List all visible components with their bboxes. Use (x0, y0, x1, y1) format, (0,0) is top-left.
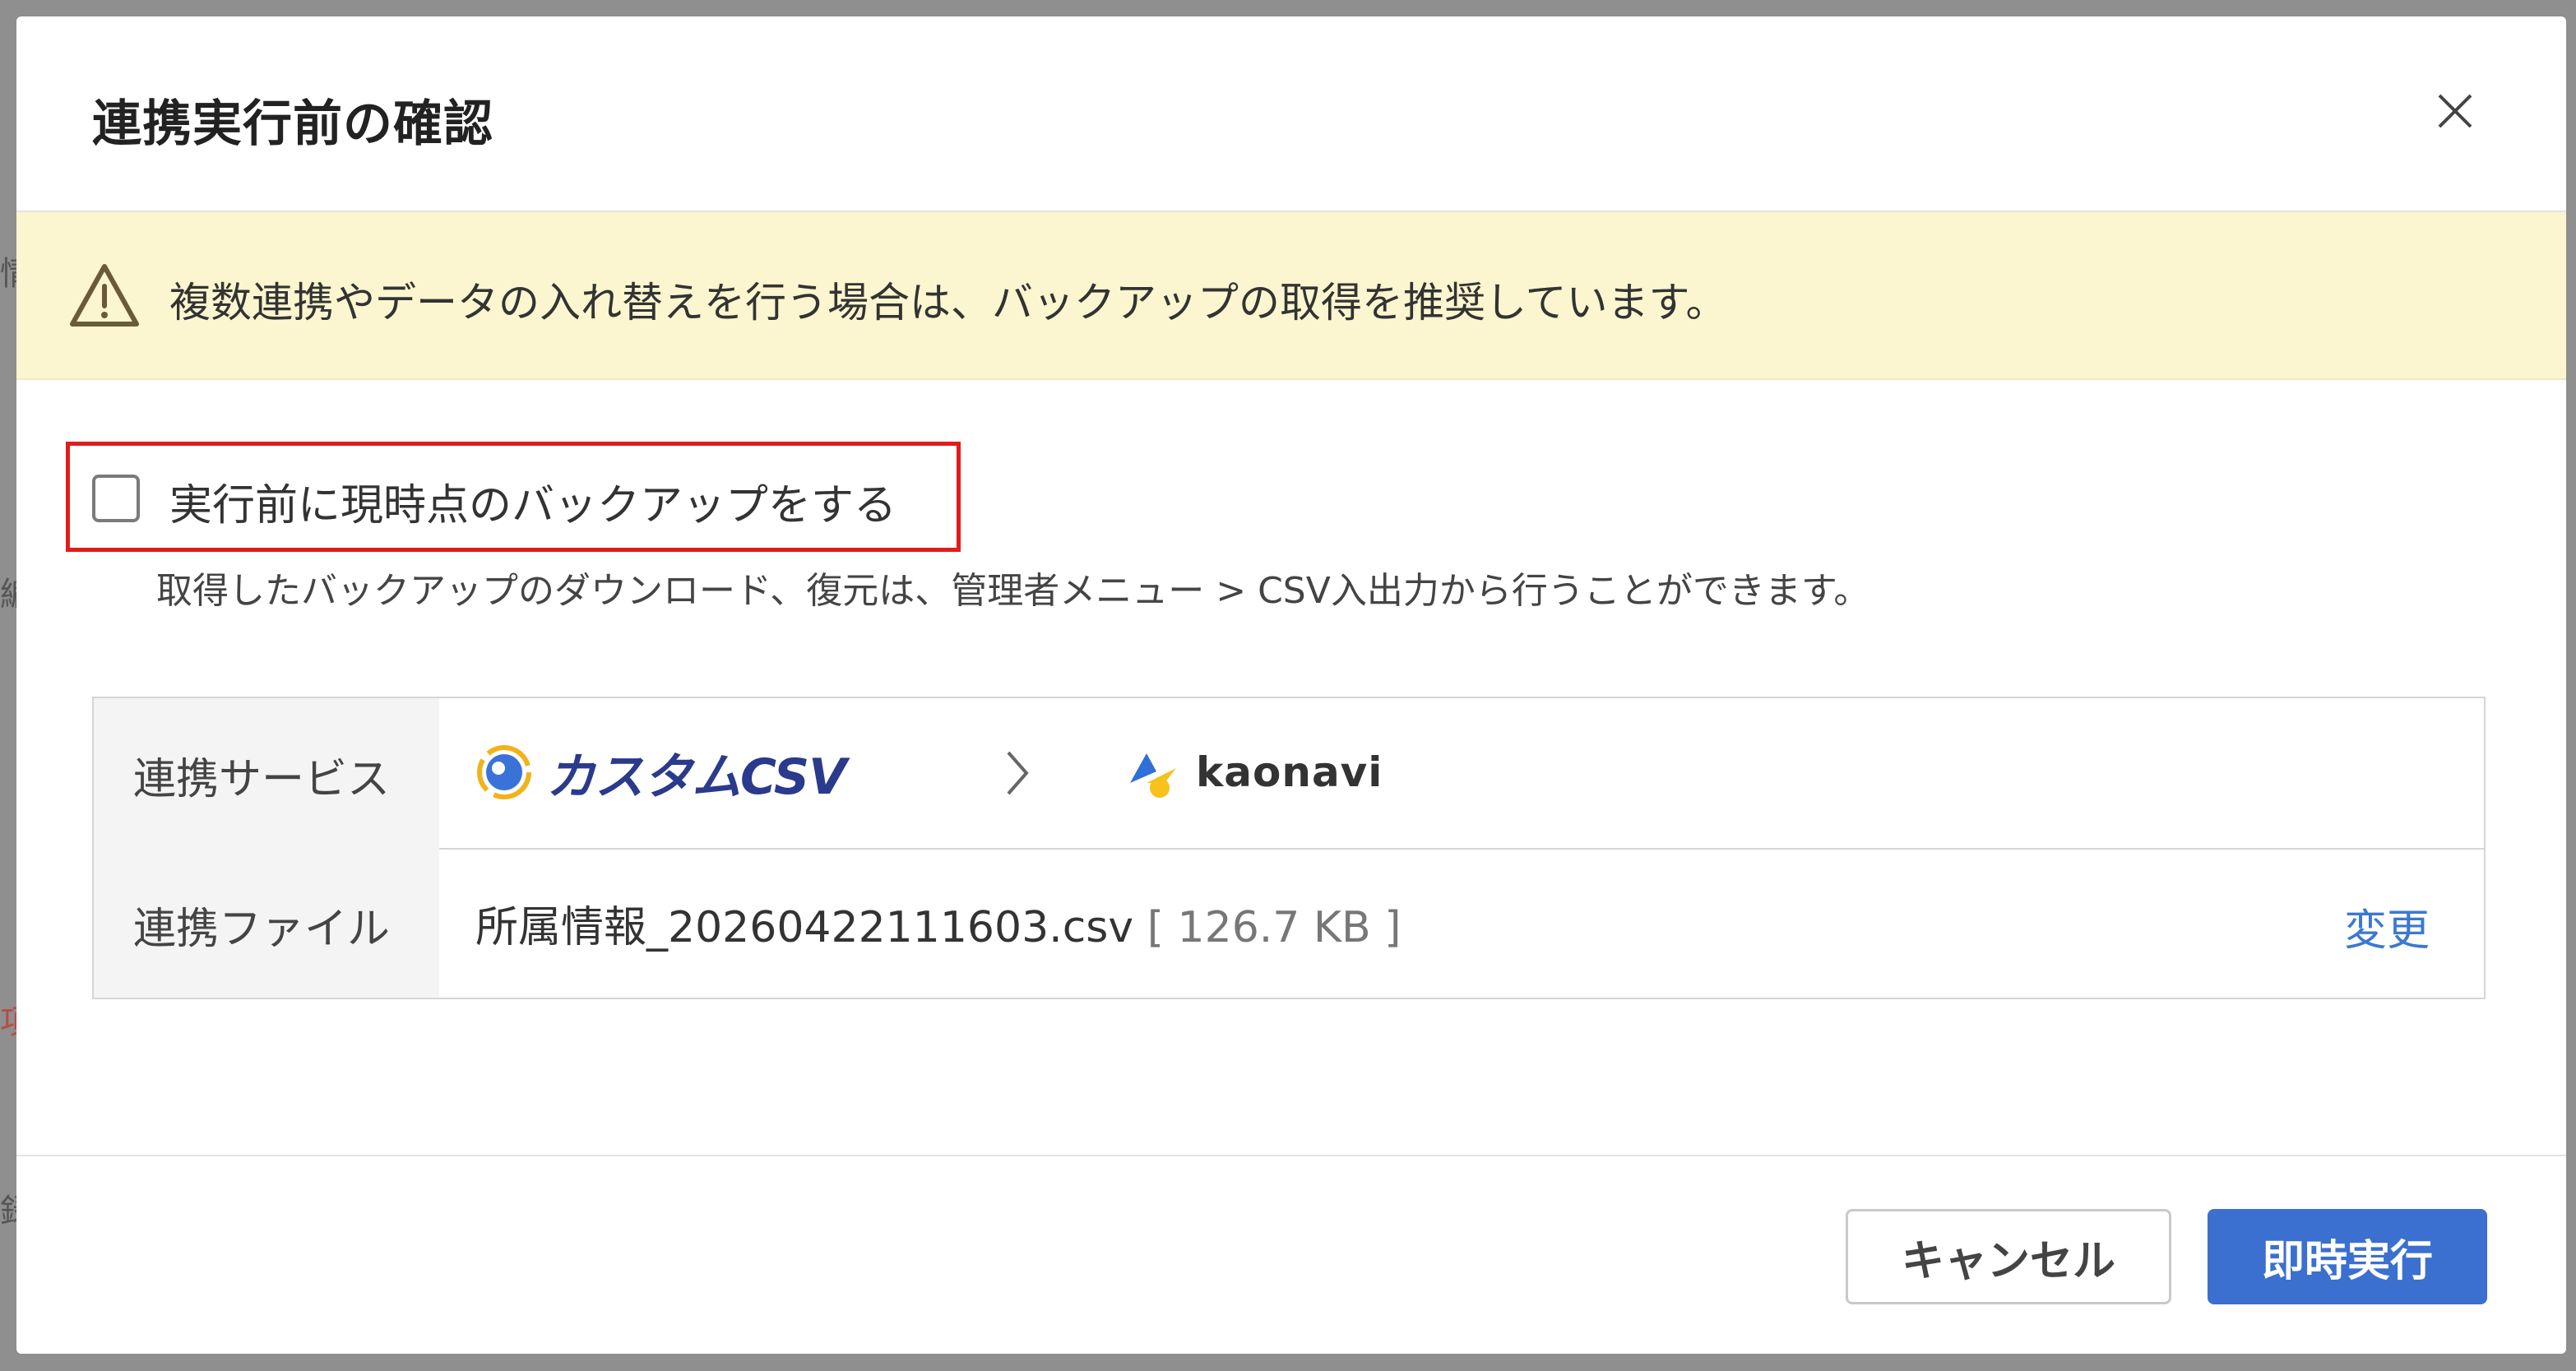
target-service: kaonavi (1122, 731, 1383, 813)
source-service-name: カスタムCSV (546, 748, 847, 806)
table-row: 連携ファイル 所属情報_20260422111603.csv [ 126.7 K… (94, 848, 2484, 998)
close-button[interactable] (2418, 74, 2492, 148)
warning-message: 複数連携やデータの入れ替えを行う場合は、バックアップの取得を推奨しています。 (169, 279, 1727, 327)
source-service: カスタムCSV (475, 731, 847, 813)
file-cell: 所属情報_20260422111603.csv [ 126.7 KB ] 変更 (439, 848, 2484, 998)
backup-checkbox[interactable] (92, 475, 140, 522)
row-header: 連携ファイル (94, 848, 439, 998)
target-service-name: kaonavi (1196, 748, 1383, 796)
close-icon (2438, 94, 2472, 128)
table-row: 連携サービス カスタムCSV kaonavi (94, 698, 2484, 850)
chevron-right-icon (1007, 751, 1029, 795)
confirmation-dialog: 連携実行前の確認 複数連携やデータの入れ替えを行う場合は、バックアップの取得を推… (16, 16, 2566, 1354)
footer-divider (16, 1155, 2566, 1156)
file-name: 所属情報_20260422111603.csv (475, 903, 1134, 952)
file-info: 所属情報_20260422111603.csv [ 126.7 KB ] (475, 892, 1402, 954)
warning-icon (70, 264, 139, 327)
kaonavi-logo-icon (1130, 753, 1176, 798)
dialog-header: 連携実行前の確認 (16, 16, 2566, 212)
change-file-link[interactable]: 変更 (2344, 896, 2430, 957)
dialog-title: 連携実行前の確認 (92, 95, 493, 153)
file-label: 連携ファイル (133, 905, 391, 954)
service-cell: カスタムCSV kaonavi (439, 698, 2484, 848)
run-now-button[interactable]: 即時実行 (2208, 1209, 2487, 1304)
row-header: 連携サービス (94, 698, 439, 848)
backup-help-text: 取得したバックアップのダウンロード、復元は、管理者メニュー > CSV入出力から… (156, 570, 1870, 612)
cancel-button[interactable]: キャンセル (1846, 1209, 2171, 1304)
backup-checkbox-label[interactable]: 実行前に現時点のバックアップをする (169, 470, 897, 532)
service-label: 連携サービス (133, 755, 391, 804)
file-size: [ 126.7 KB ] (1147, 903, 1402, 952)
integration-info-table: 連携サービス カスタムCSV kaonavi 連携ファイル 所属情報_20260… (92, 697, 2486, 999)
warning-banner: 複数連携やデータの入れ替えを行う場合は、バックアップの取得を推奨しています。 (16, 212, 2566, 380)
custom-csv-logo-icon (477, 745, 531, 799)
